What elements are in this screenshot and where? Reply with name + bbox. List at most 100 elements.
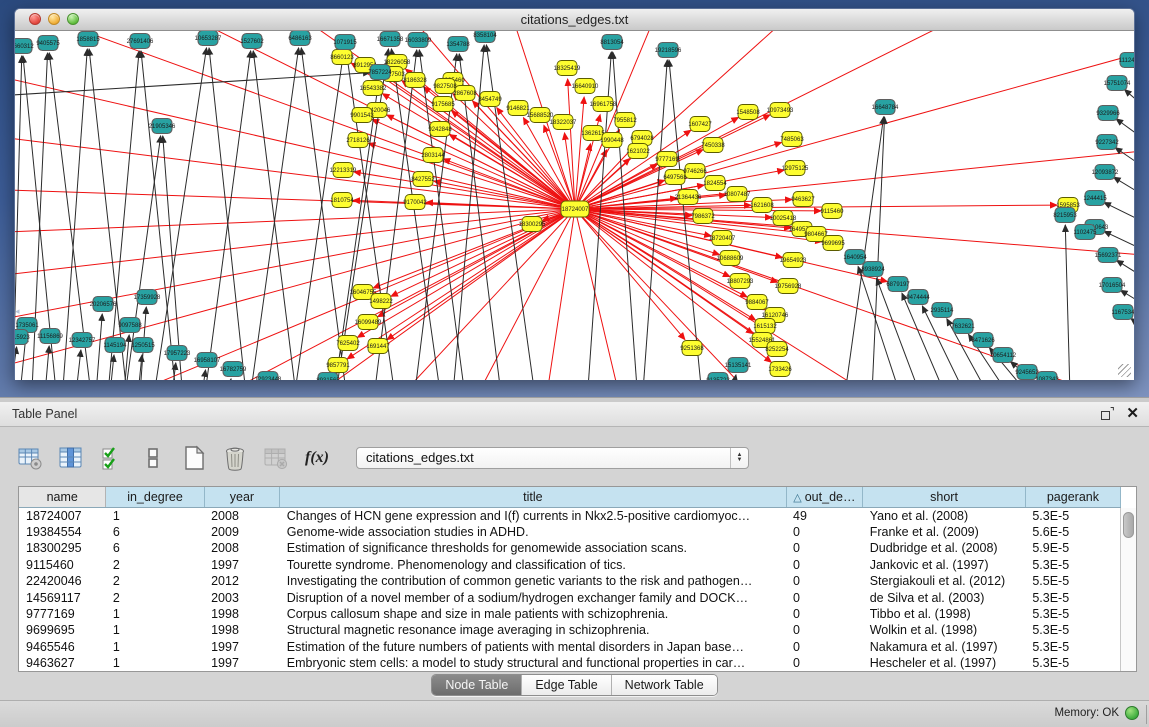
- cell-year[interactable]: 2008: [204, 507, 280, 524]
- cell-out_degree[interactable]: 0: [786, 557, 863, 573]
- graph-edge[interactable]: [1125, 90, 1134, 110]
- cell-out_degree[interactable]: 0: [786, 639, 863, 655]
- cell-name[interactable]: 9777169: [19, 606, 106, 622]
- table-row[interactable]: 977716911998Corpus callosum shape and si…: [19, 606, 1121, 622]
- graph-edge[interactable]: [228, 379, 231, 380]
- graph-edge[interactable]: [357, 209, 575, 337]
- graph-edge[interactable]: [1104, 202, 1134, 224]
- cell-year[interactable]: 2008: [204, 540, 280, 556]
- graph-edge[interactable]: [378, 209, 575, 317]
- cell-name[interactable]: 9465546: [19, 639, 106, 655]
- cell-year[interactable]: 1998: [204, 606, 280, 622]
- table-row[interactable]: 1938455462009Genome-wide association stu…: [19, 524, 1121, 540]
- cell-short[interactable]: Franke et al. (2009): [863, 524, 1026, 540]
- column-header-name[interactable]: name: [19, 487, 106, 507]
- cell-title[interactable]: Embryonic stem cells: a model to study s…: [280, 655, 786, 671]
- cell-name[interactable]: 19384554: [19, 524, 106, 540]
- cell-pagerank[interactable]: 5.3E-5: [1025, 590, 1120, 606]
- cell-pagerank[interactable]: 5.3E-5: [1025, 639, 1120, 655]
- function-builder-icon[interactable]: f(x): [303, 444, 331, 472]
- table-scrollbar[interactable]: [1120, 508, 1136, 671]
- table-scrollbar-thumb[interactable]: [1123, 512, 1134, 538]
- graph-edge[interactable]: [40, 31, 575, 209]
- graph-edge[interactable]: [15, 209, 575, 302]
- graph-edge[interactable]: [202, 370, 206, 380]
- network-window-titlebar[interactable]: citations_edges.txt: [15, 9, 1134, 31]
- cell-name[interactable]: 22420046: [19, 573, 106, 589]
- cell-short[interactable]: Jankovic et al. (1997): [863, 557, 1026, 573]
- memory-status-indicator[interactable]: [1125, 706, 1139, 720]
- network-window[interactable]: citations_edges.txt 18724007183002958660…: [14, 8, 1135, 380]
- cell-name[interactable]: 14569117: [19, 590, 106, 606]
- graph-edge[interactable]: [1131, 318, 1134, 332]
- cell-year[interactable]: 1997: [204, 557, 280, 573]
- cell-short[interactable]: Wolkin et al. (1998): [863, 622, 1026, 638]
- cell-title[interactable]: Tourette syndrome. Phenomenology and cla…: [280, 557, 786, 573]
- cell-pagerank[interactable]: 5.5E-5: [1025, 573, 1120, 589]
- table-row[interactable]: 1872400712008Changes of HCN gene express…: [19, 507, 1121, 524]
- table-row[interactable]: 946554611997Estimation of the future num…: [19, 639, 1121, 655]
- tab-node-table[interactable]: Node Table: [432, 675, 522, 695]
- cell-out_degree[interactable]: 0: [786, 606, 863, 622]
- table-row[interactable]: 946362711997Embryonic stem cells: a mode…: [19, 655, 1121, 671]
- cell-title[interactable]: Investigating the contribution of common…: [280, 573, 786, 589]
- cell-in_degree[interactable]: 1: [106, 622, 204, 638]
- cell-pagerank[interactable]: 5.3E-5: [1025, 606, 1120, 622]
- graph-edge[interactable]: [1116, 260, 1134, 280]
- combo-spinner-icon[interactable]: ▲▼: [730, 448, 748, 468]
- cell-pagerank[interactable]: 5.3E-5: [1025, 507, 1120, 524]
- cell-in_degree[interactable]: 1: [106, 507, 204, 524]
- cell-title[interactable]: Changes of HCN gene expression and I(f) …: [280, 507, 786, 524]
- graph-edge[interactable]: [163, 136, 185, 380]
- table-row[interactable]: 911546021997Tourette syndrome. Phenomeno…: [19, 557, 1121, 573]
- cell-pagerank[interactable]: 5.3E-5: [1025, 557, 1120, 573]
- left-splitter-arrow[interactable]: ◂: [15, 305, 22, 317]
- cell-in_degree[interactable]: 6: [106, 540, 204, 556]
- network-view-canvas[interactable]: 1872400718300295866012389129541822605898…: [15, 31, 1134, 380]
- table-body[interactable]: 1872400712008Changes of HCN gene express…: [19, 507, 1121, 672]
- cell-short[interactable]: Yano et al. (2008): [863, 507, 1026, 524]
- graph-edge[interactable]: [640, 60, 667, 380]
- graph-edge[interactable]: [15, 347, 17, 380]
- cell-out_degree[interactable]: 0: [786, 524, 863, 540]
- cell-pagerank[interactable]: 5.3E-5: [1025, 655, 1120, 671]
- cell-in_degree[interactable]: 2: [106, 557, 204, 573]
- select-column-icon[interactable]: [57, 444, 85, 472]
- clear-rows-icon[interactable]: [139, 444, 167, 472]
- cell-year[interactable]: 1997: [204, 655, 280, 671]
- cell-in_degree[interactable]: 1: [106, 639, 204, 655]
- graph-edge[interactable]: [1065, 225, 1070, 380]
- cell-title[interactable]: Genome-wide association studies in ADHD.: [280, 524, 786, 540]
- cell-name[interactable]: 9699695: [19, 622, 106, 638]
- cell-in_degree[interactable]: 1: [106, 606, 204, 622]
- column-header-pagerank[interactable]: pagerank: [1025, 487, 1120, 507]
- graph-edge[interactable]: [575, 42, 1134, 209]
- graph-edge[interactable]: [96, 314, 102, 380]
- cell-out_degree[interactable]: 0: [786, 622, 863, 638]
- cell-in_degree[interactable]: 2: [106, 590, 204, 606]
- graph-edge[interactable]: [141, 51, 180, 380]
- graph-edge[interactable]: [449, 135, 575, 209]
- table-row[interactable]: 969969511998Structural magnetic resonanc…: [19, 622, 1121, 638]
- cell-short[interactable]: Dudbridge et al. (2008): [863, 540, 1026, 556]
- cell-name[interactable]: 9115460: [19, 557, 106, 573]
- cell-name[interactable]: 9463627: [19, 655, 106, 671]
- cell-year[interactable]: 2012: [204, 573, 280, 589]
- close-panel-icon[interactable]: ✕: [1126, 406, 1139, 421]
- graph-edge[interactable]: [76, 350, 81, 380]
- delete-icon[interactable]: [221, 444, 249, 472]
- cell-out_degree[interactable]: 0: [786, 573, 863, 589]
- graph-edge[interactable]: [1114, 177, 1134, 198]
- float-panel-icon[interactable]: ⌝: [1101, 407, 1114, 420]
- cell-title[interactable]: Corpus callosum shape and size in male p…: [280, 606, 786, 622]
- cell-title[interactable]: Estimation of significance thresholds fo…: [280, 540, 786, 556]
- graph-edge[interactable]: [290, 52, 344, 380]
- citation-graph[interactable]: 1872400718300295866012389129541822605898…: [15, 31, 1134, 380]
- cell-pagerank[interactable]: 5.9E-5: [1025, 540, 1120, 556]
- graph-edge[interactable]: [845, 117, 884, 380]
- column-header-title[interactable]: title: [280, 487, 786, 507]
- graph-edge[interactable]: [209, 48, 250, 380]
- graph-edge[interactable]: [15, 42, 575, 209]
- cell-pagerank[interactable]: 5.3E-5: [1025, 622, 1120, 638]
- column-header-year[interactable]: year: [204, 487, 280, 507]
